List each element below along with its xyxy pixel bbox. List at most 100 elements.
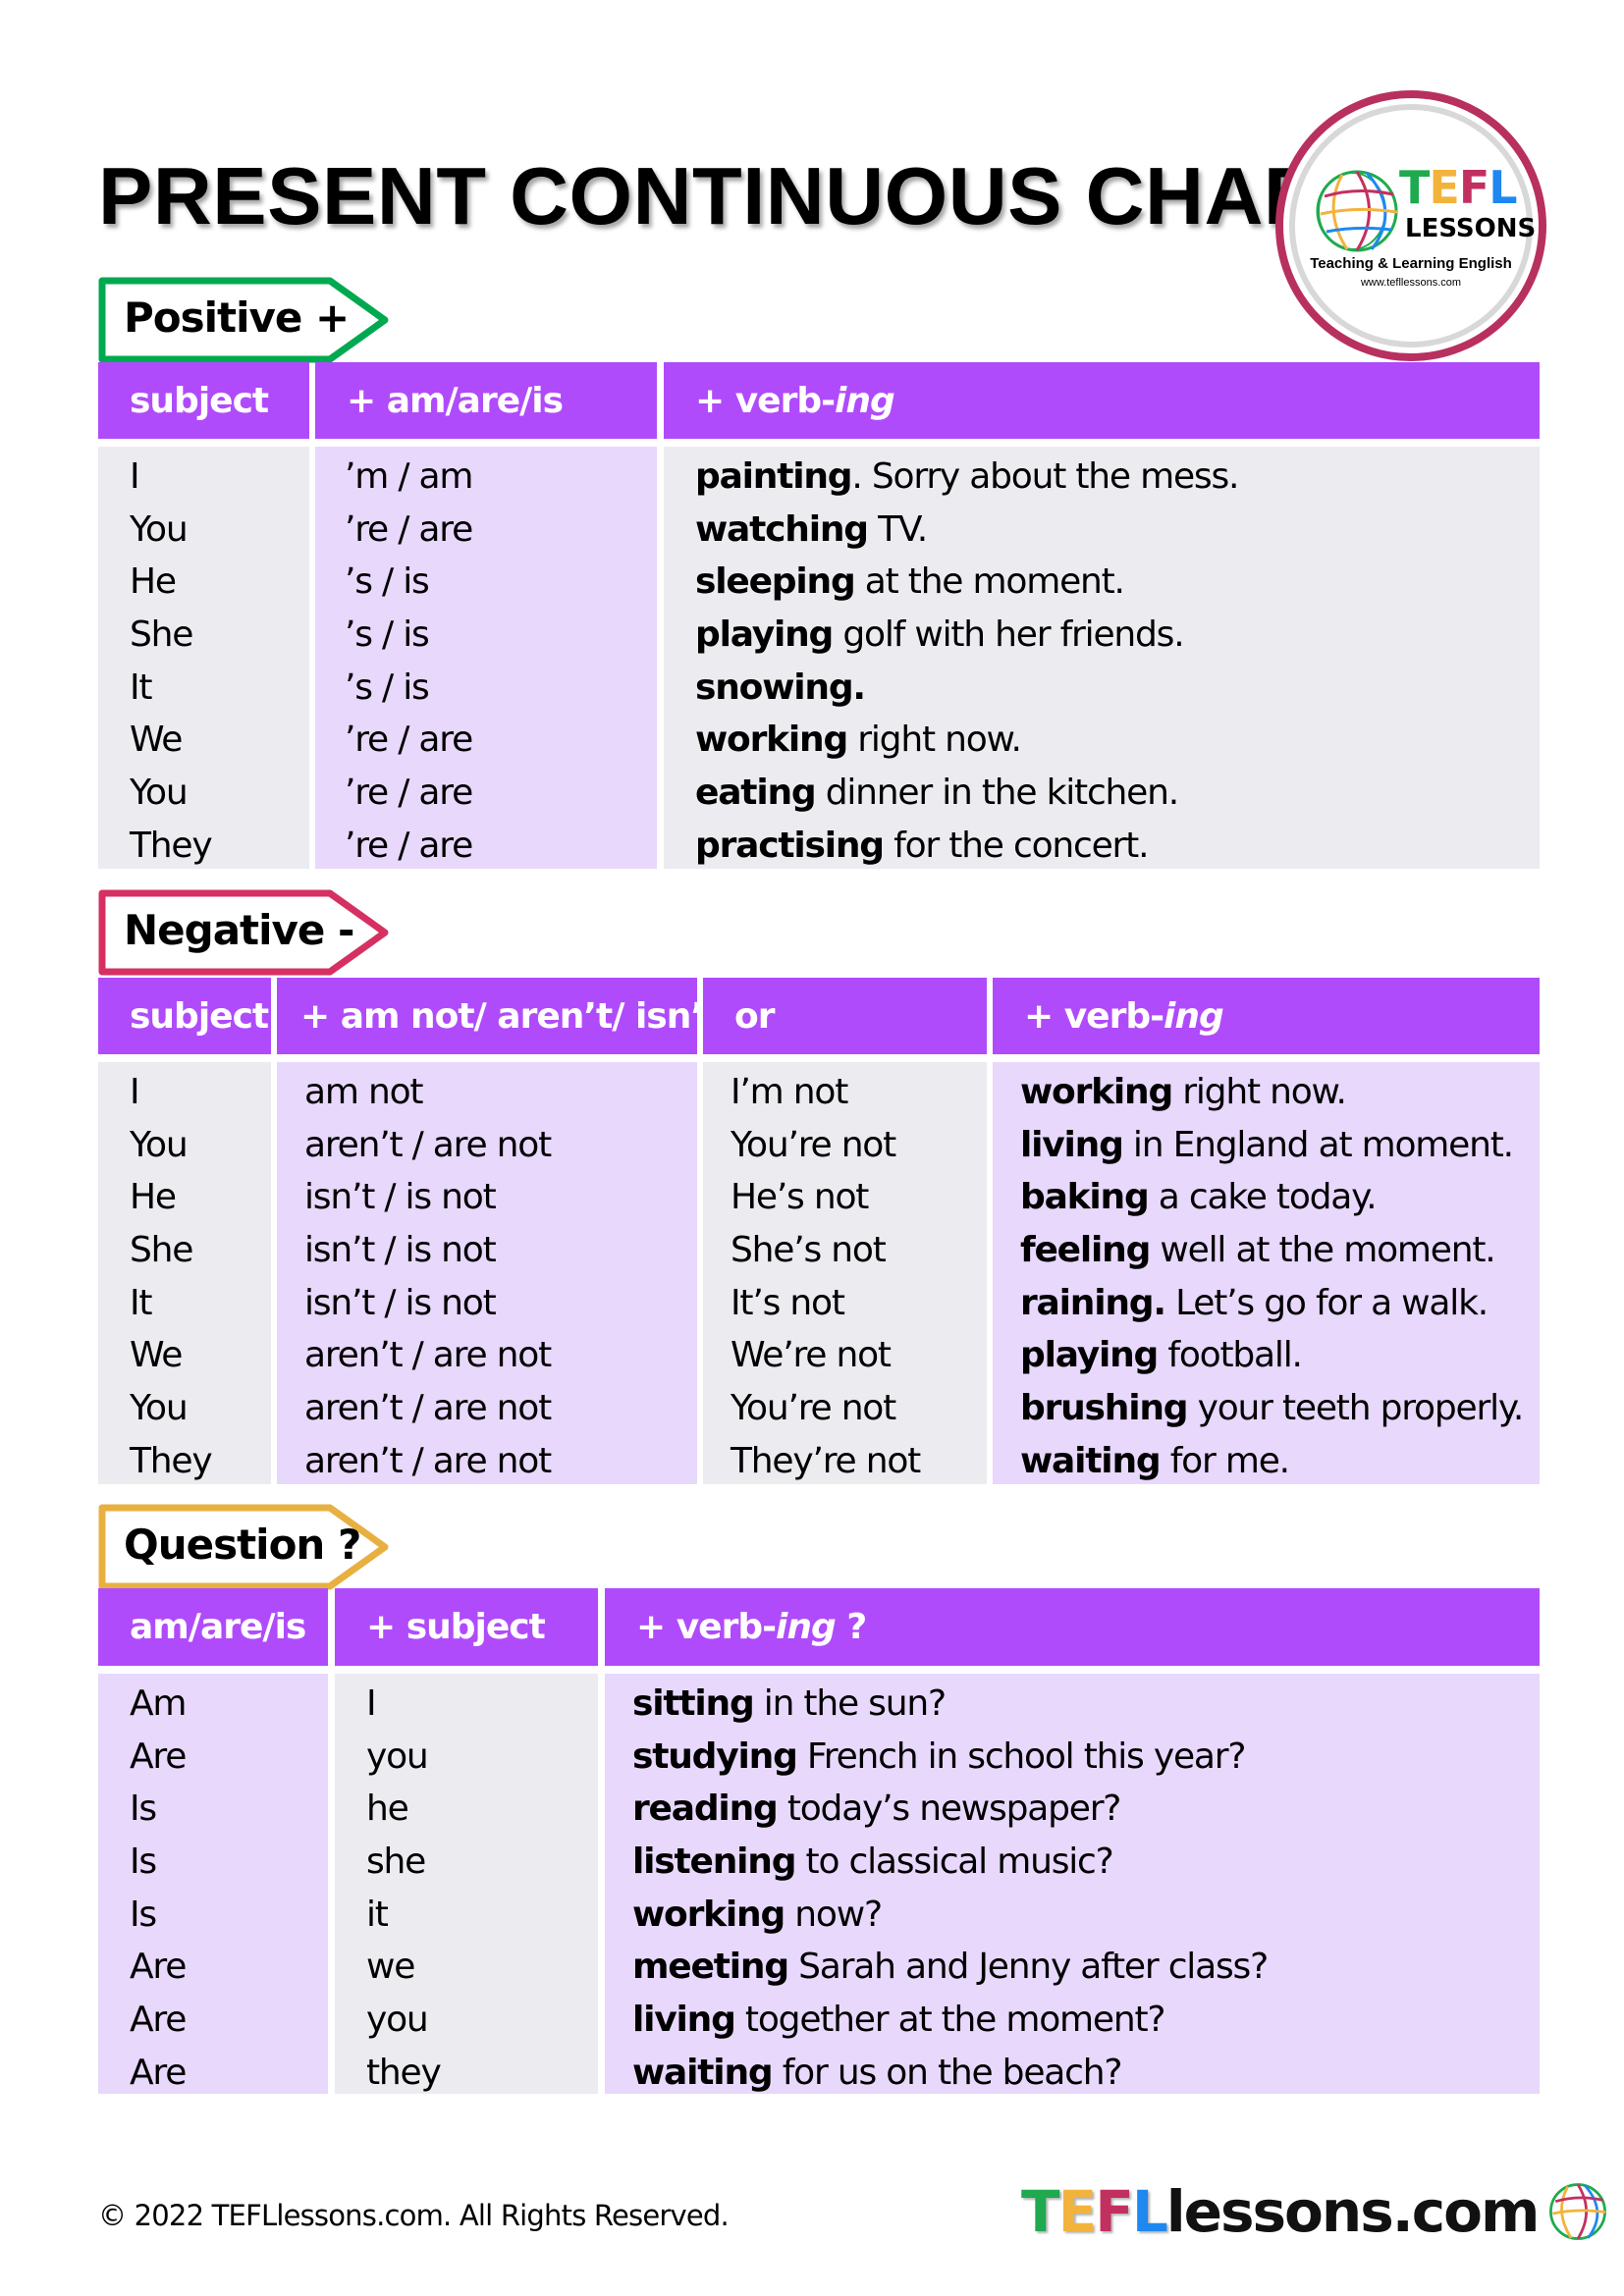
- verb-phrase: raining. Let’s go for a walk.: [993, 1277, 1540, 1330]
- table-cell: He’s not: [731, 1177, 869, 1218]
- footer-brand-logo: T E F Llessons.com: [1021, 2177, 1608, 2246]
- globe-icon: [1549, 2183, 1607, 2240]
- verb-phrase: living in England at moment.: [993, 1119, 1540, 1172]
- table-cell: It: [130, 1282, 153, 1323]
- table-cell: aren’t / are not: [304, 1388, 552, 1429]
- verb-phrase-rest: a cake today.: [1148, 1177, 1378, 1218]
- logo-letter: T: [1399, 161, 1430, 214]
- verb-phrase-rest: for me.: [1160, 1440, 1290, 1481]
- table-cell: Am: [130, 1683, 187, 1724]
- verb-phrase-rest: for us on the beach?: [772, 2052, 1123, 2093]
- tefl-lessons-logo: TEFL LESSONS Teaching & Learning English…: [1275, 90, 1546, 361]
- verb-ing-bold: working: [632, 1894, 785, 1935]
- table-cell: They’re not: [731, 1440, 921, 1481]
- header-subject: subject: [98, 362, 309, 439]
- verb-ing-bold: feeling: [1020, 1230, 1151, 1271]
- verb-ing-bold: playing: [695, 614, 834, 656]
- verb-ing-bold: baking: [1020, 1177, 1150, 1218]
- verb-ing-bold: playing: [1020, 1335, 1159, 1376]
- logo-tefl-text: TEFL: [1399, 161, 1518, 214]
- table-cell: am not: [304, 1072, 424, 1112]
- verb-phrase: sitting in the sun?: [605, 1678, 1540, 1731]
- logo-url: www.tefllessons.com: [1360, 277, 1462, 289]
- table-cell: they: [366, 2052, 442, 2093]
- positive-section-tag: Positive +: [98, 277, 393, 363]
- verb-ing-bold: working: [1020, 1072, 1173, 1112]
- table-cell: Are: [130, 1735, 187, 1777]
- verb-phrase: brushing your teeth properly.: [993, 1382, 1540, 1435]
- short-negative-column: I’m not You’re not He’s not She’s not It’s n…: [703, 1062, 987, 1484]
- negative-section-tag: Negative -: [98, 889, 393, 976]
- verb-ing-bold: studying: [632, 1735, 798, 1777]
- verb-ing-bold: practising: [695, 825, 885, 866]
- table-cell: you: [366, 2000, 429, 2041]
- verb-phrase: listening to classical music?: [605, 1836, 1540, 1889]
- header-verb-text: + verb-: [1024, 995, 1164, 1037]
- table-cell: You’re not: [731, 1388, 896, 1429]
- verb-phrase-rest: well at the moment.: [1150, 1230, 1495, 1271]
- verb-phrase-rest: golf with her friends.: [833, 614, 1184, 656]
- header-negative-be: + am not/ aren’t/ isn’t: [277, 978, 720, 1054]
- table-cell: He: [130, 561, 177, 603]
- verb-ing-bold: working: [695, 720, 848, 761]
- table-cell: isn’t / is not: [304, 1282, 497, 1323]
- verb-phrase: working now?: [605, 1889, 1540, 1942]
- table-cell: aren’t / are not: [304, 1335, 552, 1376]
- table-cell: You: [130, 1124, 189, 1165]
- positive-tag-label: Positive +: [124, 294, 350, 342]
- verb-phrase-rest: your teeth properly.: [1187, 1388, 1525, 1429]
- verb-ing-bold: meeting: [632, 1947, 789, 1988]
- copyright-text: © 2022 TEFLlessons.com. All Rights Reser…: [98, 2199, 730, 2232]
- table-cell: she: [366, 1842, 426, 1883]
- verb-phrase-rest: Sarah and Jenny after class?: [787, 1947, 1269, 1988]
- verb-phrase: feeling well at the moment.: [993, 1224, 1540, 1277]
- table-cell: We: [130, 720, 183, 761]
- verb-phrase: reading today’s newspaper?: [605, 1783, 1540, 1836]
- verb-phrase: baking a cake today.: [993, 1171, 1540, 1224]
- verb-phrase-rest: dinner in the kitchen.: [815, 773, 1179, 814]
- verb-ing-bold: brushing: [1020, 1388, 1189, 1429]
- table-cell: We’re not: [731, 1335, 892, 1376]
- verb-phrase: studying French in school this year?: [605, 1731, 1540, 1784]
- verb-phrase-rest: . Sorry about the mess.: [851, 456, 1239, 497]
- table-cell: I: [130, 1072, 140, 1112]
- verb-phrase-rest: TV.: [867, 508, 928, 550]
- brand-domain: lessons.com: [1165, 2178, 1541, 2245]
- verb-ing-bold: watching: [695, 508, 869, 550]
- subject-column: I You He She It We You They: [98, 1062, 271, 1484]
- verb-phrase-rest: together at the moment?: [734, 2000, 1166, 2041]
- header-or: or: [703, 978, 987, 1054]
- table-cell: ’s / is: [345, 614, 430, 656]
- logo-tagline: Teaching & Learning English: [1310, 255, 1512, 272]
- header-ing-text: ing: [835, 380, 895, 421]
- brand-letter: E: [1057, 2178, 1098, 2245]
- verb-phrase: waiting for me.: [993, 1435, 1540, 1488]
- header-verb-ing: + verb-ing: [993, 978, 1540, 1054]
- verb-phrase: sleeping at the moment.: [664, 556, 1540, 609]
- verb-column: working right now. living in England at m…: [993, 1062, 1540, 1484]
- table-cell: Is: [130, 1842, 157, 1883]
- table-cell: ’s / is: [345, 667, 430, 708]
- verb-phrase: practising for the concert.: [664, 820, 1540, 873]
- verb-ing-bold: living: [1020, 1124, 1124, 1165]
- verb-phrase: working right now.: [993, 1066, 1540, 1119]
- verb-phrase-rest: right now.: [847, 720, 1022, 761]
- header-ing-text: ing: [776, 1607, 837, 1647]
- verb-ing-bold: listening: [632, 1842, 797, 1883]
- logo-letter: E: [1429, 161, 1459, 214]
- logo-letter: F: [1458, 161, 1489, 214]
- table-cell: ’re / are: [345, 773, 473, 814]
- header-subject: + subject: [335, 1588, 598, 1666]
- verb-phrase: painting. Sorry about the mess.: [664, 451, 1540, 504]
- table-cell: ’m / am: [345, 456, 473, 497]
- verb-phrase: playing football.: [993, 1329, 1540, 1382]
- table-cell: Is: [130, 1789, 157, 1830]
- brand-letter: T: [1021, 2178, 1060, 2245]
- brand-letter: L: [1131, 2178, 1168, 2245]
- verb-phrase-rest: in England at moment.: [1122, 1124, 1514, 1165]
- logo-letter: L: [1489, 161, 1517, 214]
- table-cell: I’m not: [731, 1072, 848, 1112]
- verb-column: painting. Sorry about the mess. watching …: [664, 447, 1540, 869]
- verb-phrase: living together at the moment?: [605, 1994, 1540, 2047]
- full-negative-column: am not aren’t / are not isn’t / is not isn’…: [277, 1062, 697, 1484]
